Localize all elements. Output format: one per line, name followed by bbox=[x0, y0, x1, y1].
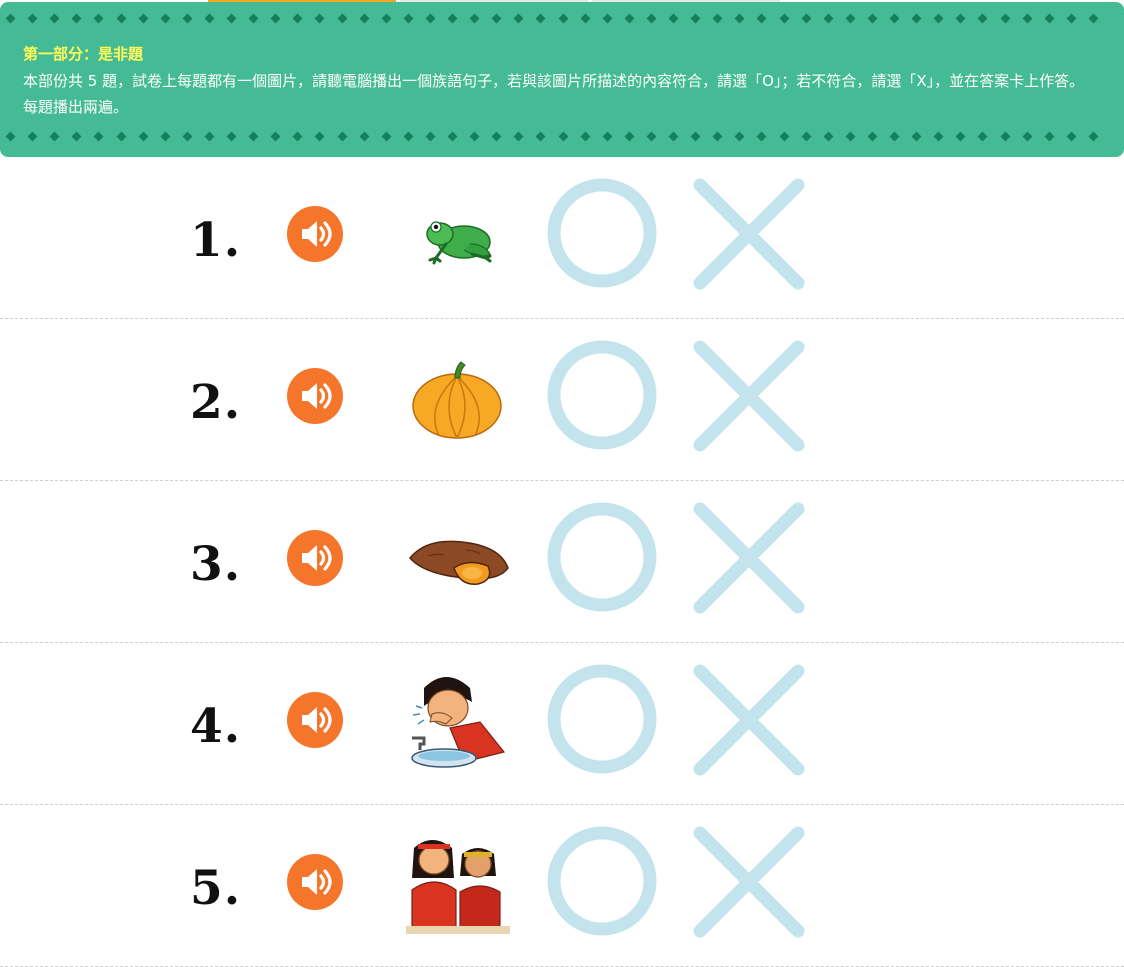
answer-option-true[interactable] bbox=[546, 339, 658, 451]
decorative-diamond-border bbox=[0, 11, 1124, 25]
cross-x-icon bbox=[693, 664, 805, 776]
play-audio-button[interactable] bbox=[287, 854, 343, 910]
frog-image bbox=[402, 182, 512, 292]
play-audio-button[interactable] bbox=[287, 692, 343, 748]
cross-x-icon bbox=[693, 502, 805, 614]
question-number: 2. bbox=[190, 375, 242, 430]
cross-x-icon bbox=[693, 178, 805, 290]
circle-o-icon bbox=[547, 340, 657, 450]
answer-option-true[interactable] bbox=[546, 825, 658, 937]
circle-o-icon bbox=[547, 178, 657, 288]
decorative-diamond-border bbox=[0, 129, 1124, 143]
question-row: 3. bbox=[0, 481, 1124, 643]
cross-x-icon bbox=[693, 340, 805, 452]
answer-option-true[interactable] bbox=[546, 663, 658, 775]
two-people-image bbox=[402, 830, 512, 940]
section-instructions: 本部份共 5 題，試卷上每題都有一個圖片，請聽電腦播出一個族語句子，若與該圖片所… bbox=[23, 72, 1085, 116]
question-number: 5. bbox=[190, 861, 242, 916]
answer-option-false[interactable] bbox=[692, 825, 806, 939]
face-washing-image bbox=[402, 668, 512, 778]
answer-option-false[interactable] bbox=[692, 663, 806, 777]
question-number: 4. bbox=[190, 699, 242, 754]
answer-option-false[interactable] bbox=[692, 501, 806, 615]
circle-o-icon bbox=[547, 502, 657, 612]
question-number: 1. bbox=[190, 213, 242, 268]
play-audio-button[interactable] bbox=[287, 530, 343, 586]
question-row: 1. bbox=[0, 157, 1124, 319]
play-audio-button[interactable] bbox=[287, 206, 343, 262]
answer-option-true[interactable] bbox=[546, 177, 658, 289]
answer-option-false[interactable] bbox=[692, 177, 806, 291]
question-row: 5. bbox=[0, 805, 1124, 967]
answer-option-false[interactable] bbox=[692, 339, 806, 453]
cross-x-icon bbox=[693, 826, 805, 938]
play-audio-button[interactable] bbox=[287, 368, 343, 424]
question-row: 4. bbox=[0, 643, 1124, 805]
pumpkin-image bbox=[402, 344, 512, 454]
sweet-potato-image bbox=[402, 506, 512, 616]
circle-o-icon bbox=[547, 664, 657, 774]
answer-option-true[interactable] bbox=[546, 501, 658, 613]
section-banner: 第一部分：是非題 本部份共 5 題，試卷上每題都有一個圖片，請聽電腦播出一個族語… bbox=[0, 2, 1124, 157]
question-row: 2. bbox=[0, 319, 1124, 481]
circle-o-icon bbox=[547, 826, 657, 936]
section-title: 第一部分：是非題 bbox=[23, 45, 144, 63]
question-number: 3. bbox=[190, 537, 242, 592]
